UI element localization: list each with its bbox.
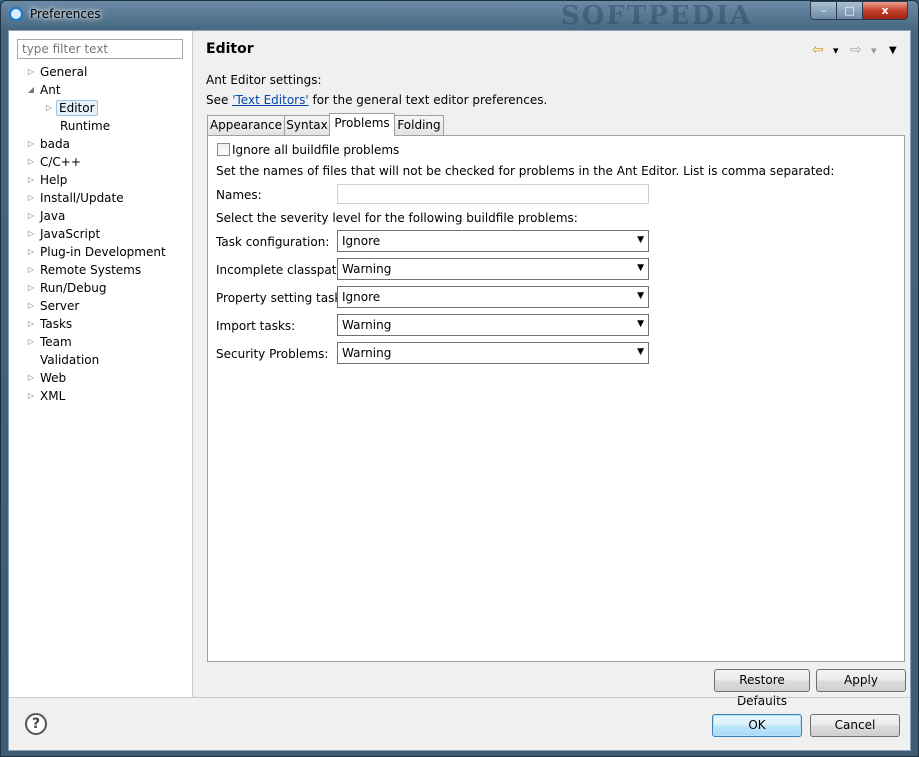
minimize-button[interactable]: – [810, 1, 837, 20]
tree-item-label: Runtime [60, 119, 111, 133]
tree-item-label: bada [40, 137, 70, 151]
incomplete-classpath-label: Incomplete classpath: [216, 263, 349, 277]
tab-appearance[interactable]: Appearance [207, 115, 285, 135]
tree-item-label: Ant [40, 83, 61, 97]
maximize-button[interactable]: □ [836, 1, 863, 20]
select-value: Warning [342, 346, 392, 360]
back-arrow-icon[interactable]: ⇦ [812, 42, 824, 58]
select-value: Warning [342, 318, 392, 332]
tree-item-label: Server [40, 299, 80, 313]
dropdown-arrow-icon: ▼ [637, 263, 644, 273]
back-history-dropdown-icon[interactable]: ▾ [833, 44, 839, 57]
tab-problems[interactable]: Problems [329, 113, 395, 136]
cancel-button[interactable]: Cancel [810, 714, 900, 737]
expand-arrow-icon[interactable]: ▷ [26, 333, 36, 351]
navigation-pane: ▷General ◢Ant ▷Editor Runtime ▷bada ▷C/C… [9, 31, 193, 697]
preferences-window: Preferences SOFTPEDIA – □ x ▷ General ◢ An… [0, 0, 919, 757]
expand-arrow-icon[interactable]: ▷ [26, 279, 36, 297]
dropdown-arrow-icon: ▼ [637, 347, 644, 357]
select-value: Ignore [342, 290, 381, 304]
tree-item-label: Run/Debug [40, 281, 107, 295]
dropdown-arrow-icon: ▼ [637, 319, 644, 329]
tree-item-label: Remote Systems [40, 263, 142, 277]
separator [9, 697, 910, 698]
tree-item-label: Editor [56, 100, 98, 116]
tree-item-label: Tasks [40, 317, 73, 331]
tree-item-label: C/C++ [40, 155, 81, 169]
tree-item-label: Java [40, 209, 66, 223]
tree-item-label: Team [40, 335, 72, 349]
eclipse-icon [9, 7, 23, 21]
names-description: Set the names of files that will not be … [216, 164, 835, 178]
dropdown-arrow-icon: ▼ [637, 235, 644, 245]
expand-arrow-icon[interactable]: ▷ [44, 99, 54, 117]
expand-arrow-icon[interactable]: ▷ [26, 297, 36, 315]
collapse-arrow-icon[interactable]: ◢ [26, 81, 36, 99]
see-prefix: See [206, 93, 233, 107]
expand-arrow-icon[interactable]: ▷ [26, 135, 36, 153]
security-problems-label: Security Problems: [216, 347, 329, 361]
ant-editor-settings-label: Ant Editor settings: [206, 73, 322, 87]
expand-arrow-icon[interactable]: ▷ [26, 243, 36, 261]
import-tasks-select[interactable]: Warning ▼ [337, 314, 649, 336]
ok-button[interactable]: OK [712, 714, 802, 737]
expand-arrow-icon[interactable]: ▷ [26, 189, 36, 207]
tree-item-label: Web [40, 371, 67, 385]
expand-arrow-icon[interactable]: ▷ [26, 261, 36, 279]
title-bar: Preferences SOFTPEDIA – □ x [1, 1, 918, 31]
tree-item-label: General [40, 65, 88, 79]
property-setting-tasks-select[interactable]: Ignore ▼ [337, 286, 649, 308]
tree-item-label: JavaScript [40, 227, 101, 241]
expand-arrow-icon[interactable]: ▷ [26, 63, 36, 81]
page-title: Editor [206, 41, 254, 57]
ignore-all-checkbox[interactable] [217, 143, 230, 156]
tree-item-label: Plug-in Development [40, 245, 166, 259]
text-editors-note: See 'Text Editors' for the general text … [206, 93, 547, 107]
tree-item-label: Validation [40, 353, 100, 367]
import-tasks-label: Import tasks: [216, 319, 296, 333]
names-input[interactable] [337, 184, 649, 204]
incomplete-classpath-select[interactable]: Warning ▼ [337, 258, 649, 280]
window-title: Preferences [30, 7, 101, 21]
see-suffix: for the general text editor preferences. [308, 93, 548, 107]
tab-syntax[interactable]: Syntax [284, 115, 330, 135]
ignore-all-label: Ignore all buildfile problems [232, 143, 400, 157]
expand-arrow-icon[interactable]: ▷ [26, 153, 36, 171]
expand-arrow-icon[interactable]: ▷ [26, 171, 36, 189]
dialog-client: ▷General ◢Ant ▷Editor Runtime ▷bada ▷C/C… [8, 30, 911, 751]
watermark: SOFTPEDIA [561, 1, 753, 31]
security-problems-select[interactable]: Warning ▼ [337, 342, 649, 364]
expand-arrow-icon[interactable]: ▷ [26, 387, 36, 405]
task-configuration-label: Task configuration: [216, 235, 330, 249]
expand-arrow-icon[interactable]: ▷ [26, 225, 36, 243]
property-setting-tasks-label: Property setting tasks: [216, 291, 352, 305]
tree-item-label: Install/Update [40, 191, 124, 205]
restore-defaults-button[interactable]: Restore Defaults [714, 669, 810, 708]
help-icon[interactable]: ? [25, 713, 47, 735]
tree-item-label: Help [40, 173, 68, 187]
expand-arrow-icon[interactable]: ▷ [26, 369, 36, 387]
dropdown-arrow-icon: ▼ [637, 291, 644, 301]
apply-button[interactable]: Apply [816, 669, 906, 692]
forward-arrow-icon[interactable]: ⇨ [850, 42, 862, 58]
problems-panel: Ignore all buildfile problems Set the na… [207, 135, 905, 662]
view-menu-icon[interactable]: ▼ [889, 45, 897, 56]
expand-arrow-icon[interactable]: ▷ [26, 315, 36, 333]
close-button[interactable]: x [862, 1, 908, 20]
severity-description: Select the severity level for the follow… [216, 211, 578, 225]
forward-history-dropdown-icon[interactable]: ▾ [871, 44, 877, 57]
tab-folding[interactable]: Folding [394, 115, 444, 135]
expand-arrow-icon[interactable]: ▷ [26, 207, 36, 225]
filter-input[interactable] [17, 39, 183, 59]
task-configuration-select[interactable]: Ignore ▼ [337, 230, 649, 252]
names-label: Names: [216, 188, 262, 202]
text-editors-link[interactable]: 'Text Editors' [232, 93, 308, 107]
select-value: Warning [342, 262, 392, 276]
tree-item-label: XML [40, 389, 66, 403]
select-value: Ignore [342, 234, 381, 248]
